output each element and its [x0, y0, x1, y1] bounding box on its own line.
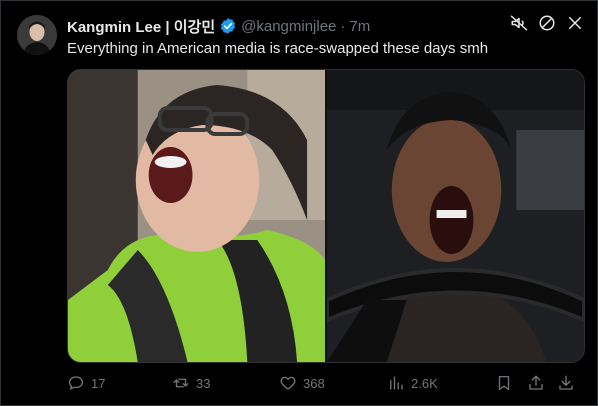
reply-button[interactable]: 17 [67, 372, 105, 394]
tweet-header: Kangmin Lee | 이강민 @kangminjlee · 7m [67, 16, 370, 36]
separator-dot: · [340, 17, 346, 35]
author-name[interactable]: Kangmin Lee | 이강민 [67, 16, 215, 37]
heart-icon [280, 376, 296, 390]
avatar[interactable] [17, 15, 57, 55]
share-button[interactable] [527, 372, 545, 394]
avatar-image [17, 15, 57, 55]
views-chart-icon [390, 376, 403, 390]
bookmark-button[interactable] [495, 372, 513, 394]
block-icon[interactable] [538, 14, 556, 32]
like-button[interactable]: 368 [279, 372, 325, 394]
tweet-actions: 17 33 368 2.6K [67, 372, 583, 394]
views-button[interactable]: 2.6K [387, 372, 438, 394]
media-image-left[interactable] [68, 70, 325, 362]
verified-badge-icon [219, 17, 237, 35]
mute-icon[interactable] [510, 14, 528, 32]
media-image-right[interactable] [327, 70, 584, 362]
bookmark-icon [498, 375, 510, 391]
tweet-text: Everything in American media is race-swa… [67, 40, 489, 57]
share-icon [529, 375, 543, 390]
tweet-media[interactable] [67, 69, 585, 363]
author-handle[interactable]: @kangminjlee [241, 18, 336, 35]
timestamp[interactable]: 7m [349, 18, 370, 35]
close-icon[interactable] [566, 14, 584, 32]
download-button[interactable] [557, 372, 575, 394]
repost-button[interactable]: 33 [172, 372, 210, 394]
reply-count: 17 [91, 375, 106, 391]
screaming-person-right-image [327, 70, 584, 362]
tweet-top-actions [510, 14, 584, 32]
screaming-person-left-image [68, 70, 325, 362]
like-count: 368 [303, 375, 325, 391]
repost-count: 33 [196, 375, 211, 391]
repost-icon [173, 378, 189, 388]
view-count: 2.6K [411, 375, 438, 391]
download-icon [559, 375, 573, 390]
reply-icon [68, 376, 84, 390]
